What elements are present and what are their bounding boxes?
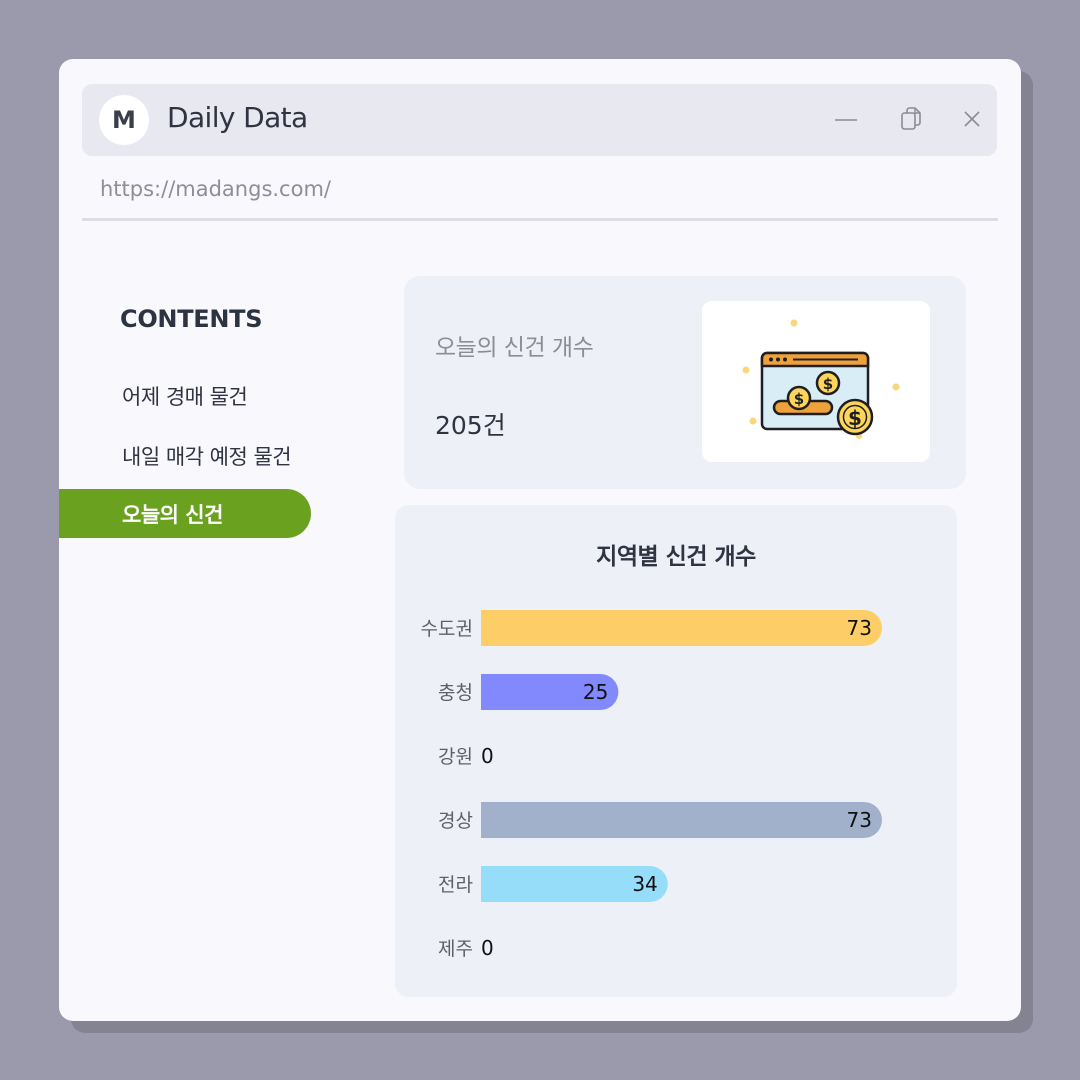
svg-text:$: $	[848, 406, 862, 430]
svg-text:$: $	[794, 390, 804, 408]
category-label: 경상	[438, 810, 473, 832]
title-bar: M Daily Data	[82, 84, 997, 156]
app-avatar: M	[99, 95, 149, 145]
region-chart-card: 지역별 신건 개수 수도권 73 충청 25 강원 0 경상 73 전라 34 제주 0	[395, 505, 957, 997]
stat-card: 오늘의 신건 개수 205건 $ $ $	[404, 276, 966, 489]
category-label: 강원	[438, 746, 473, 768]
data-label: 0	[481, 936, 494, 960]
url-divider	[82, 218, 998, 221]
region-bar-chart: 수도권 73 충청 25 강원 0 경상 73 전라 34 제주 0	[421, 610, 882, 960]
app-title: Daily Data	[167, 101, 308, 134]
sidebar-item-tomorrow-sale[interactable]: 내일 매각 예정 물건	[59, 431, 311, 480]
close-icon	[964, 111, 980, 127]
sidebar-item-label: 내일 매각 예정 물건	[122, 444, 292, 469]
stat-value: 205건	[435, 411, 506, 440]
sidebar-item-yesterday-auction[interactable]: 어제 경매 물건	[59, 371, 311, 420]
bar[interactable]	[481, 802, 882, 838]
svg-text:$: $	[823, 375, 833, 393]
category-label: 수도권	[421, 618, 473, 640]
data-label: 34	[632, 872, 657, 896]
illustration-box: $ $ $	[702, 301, 930, 462]
minimize-button[interactable]	[831, 104, 861, 134]
sidebar-item-label: 오늘의 신건	[122, 502, 223, 527]
data-label: 73	[847, 808, 872, 832]
sidebar-item-today-new[interactable]: 오늘의 신건	[59, 489, 311, 538]
restore-button[interactable]	[896, 104, 926, 134]
minimize-icon	[835, 119, 857, 121]
stat-label: 오늘의 신건 개수	[435, 335, 594, 361]
data-label: 73	[847, 616, 872, 640]
category-label: 전라	[438, 874, 473, 896]
sidebar-item-label: 어제 경매 물건	[122, 384, 248, 409]
category-label: 제주	[438, 938, 473, 960]
category-label: 충청	[438, 682, 473, 704]
close-button[interactable]	[957, 104, 987, 134]
data-label: 0	[481, 744, 494, 768]
web-payment-coins-icon: $ $ $	[742, 319, 900, 439]
restore-icon	[901, 107, 921, 130]
app-window: M Daily Data https://madangs.com/ CONTEN…	[59, 59, 1021, 1021]
contents-heading: CONTENTS	[120, 305, 263, 333]
bar[interactable]	[481, 610, 882, 646]
data-label: 25	[583, 680, 608, 704]
url-bar[interactable]: https://madangs.com/	[100, 177, 331, 201]
